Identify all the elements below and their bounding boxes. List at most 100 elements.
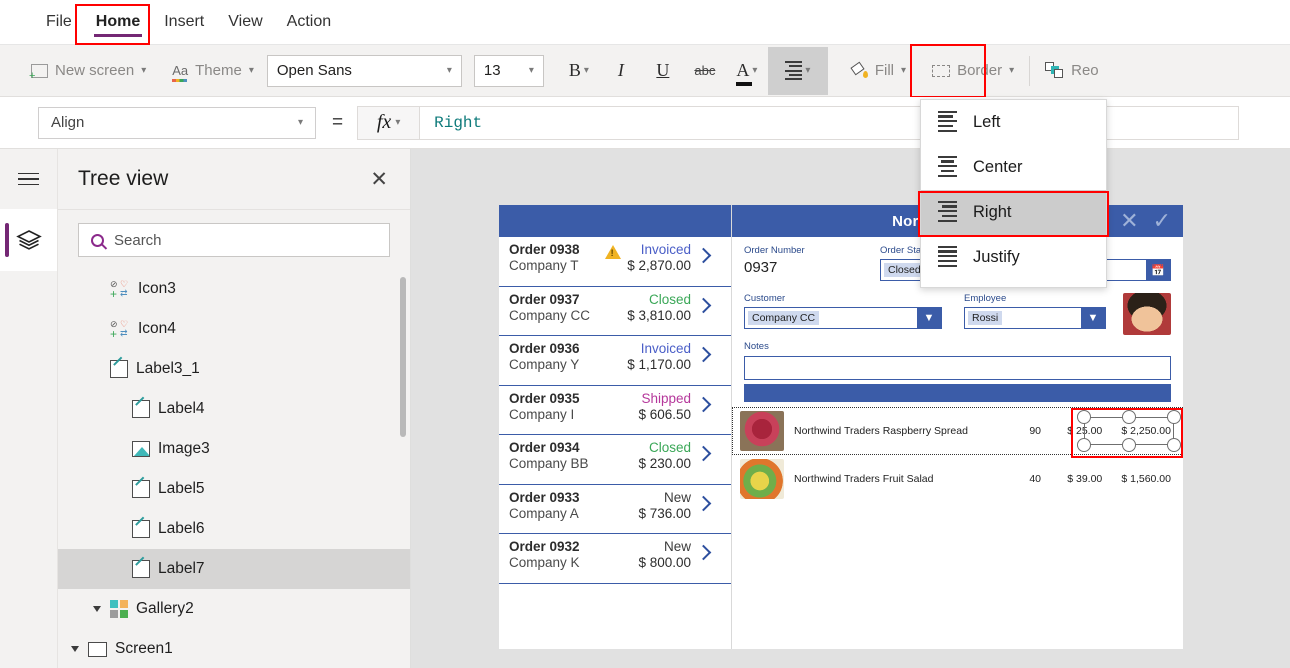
line-items-header-bar [744, 384, 1171, 402]
product-thumbnail [740, 459, 784, 499]
font-size-value: 13 [483, 62, 501, 79]
customer-field: Customer Company CC ▼ [744, 293, 942, 329]
order-amount: $ 606.50 [638, 406, 691, 422]
gallery-row[interactable]: Order 0932 New Company K $ 800.00 [499, 534, 731, 584]
order-status: New [663, 539, 691, 554]
property-select[interactable]: Align ▾ [38, 106, 316, 139]
fx-button[interactable]: fx ▾ [357, 105, 420, 140]
tree-node-screen1[interactable]: Screen1 [58, 629, 410, 667]
tree-node-label7[interactable]: Label7 [58, 549, 410, 589]
gallery-row[interactable]: Order 0935 Shipped Company I $ 606.50 [499, 385, 731, 435]
customer-select[interactable]: Company CC ▼ [744, 307, 942, 329]
theme-icon: Aa [172, 63, 188, 82]
menu-item-action[interactable]: Action [275, 0, 343, 45]
align-menu-item-right[interactable]: Right [921, 190, 1106, 235]
tree-node-image3[interactable]: Image3 [58, 429, 410, 469]
gallery-row[interactable]: Order 0936 Invoiced Company Y $ 1,170.00 [499, 336, 731, 386]
calendar-icon[interactable]: 📅 [1146, 260, 1170, 280]
gallery-row[interactable]: Order 0937 Closed Company CC $ 3,810.00 [499, 286, 731, 336]
menu-item-home[interactable]: Home [84, 0, 152, 45]
tree-node-label: Screen1 [115, 640, 173, 657]
notes-input[interactable] [744, 356, 1171, 380]
font-size-select[interactable]: 13 ▾ [473, 54, 544, 87]
theme-button[interactable]: Aa Theme ▾ [163, 51, 263, 91]
reorder-button[interactable]: Reo [1036, 51, 1108, 91]
employee-field: Employee Rossi ▼ [964, 293, 1106, 329]
twisty-icon[interactable] [93, 606, 101, 612]
tree-node-label4[interactable]: Label4 [58, 389, 410, 429]
icon-set-icon: ⊘ ♡ + ⇄ [110, 279, 129, 301]
strikethrough-button[interactable]: abc [684, 51, 726, 91]
italic-button[interactable]: I [600, 51, 642, 91]
resize-handle [1122, 438, 1136, 452]
hamburger-menu-button[interactable] [0, 149, 57, 209]
font-color-button[interactable]: A ▾ [726, 51, 768, 91]
twisty-icon[interactable] [71, 646, 79, 652]
menu-item-file[interactable]: File [34, 0, 84, 45]
company-name: Company BB [509, 456, 589, 471]
company-name: Company CC [509, 307, 591, 323]
chevron-down-icon: ▾ [446, 64, 452, 76]
order-status-value: Closed [884, 263, 925, 277]
confirm-icon[interactable]: ✓ [1153, 208, 1171, 234]
tree-node-label5[interactable]: Label5 [58, 469, 410, 509]
chevron-down-icon[interactable]: ▼ [917, 308, 941, 328]
font-family-select[interactable]: Open Sans ▾ [266, 54, 462, 87]
align-menu-item-left[interactable]: Left [921, 100, 1106, 145]
tree-scrollbar[interactable] [400, 277, 406, 437]
product-quantity: 90 [1029, 425, 1041, 437]
align-right-icon [938, 200, 957, 225]
tree-node-label6[interactable]: Label6 [58, 509, 410, 549]
chevron-down-icon: ▾ [752, 64, 758, 76]
product-quantity: 40 [1029, 473, 1041, 485]
gallery-row[interactable]: Order 0933 New Company A $ 736.00 [499, 484, 731, 534]
order-status: Shipped [641, 390, 691, 406]
align-button[interactable]: ▾ [767, 46, 828, 95]
cancel-icon[interactable]: ✕ [1120, 208, 1138, 234]
font-color-label: A [736, 60, 750, 80]
gallery-row[interactable]: Order 0934 Closed Company BB $ 230.00 [499, 435, 731, 485]
tree-search-wrapper: Search [58, 210, 410, 269]
order-number-value: 0937 [744, 259, 778, 276]
menu-item-insert[interactable]: Insert [152, 0, 216, 45]
active-tab-underline [93, 33, 143, 37]
tree-node-gallery2[interactable]: Gallery2 [58, 589, 410, 629]
product-unit-price: $ 39.00 [1067, 473, 1103, 485]
tree-node-icon4[interactable]: ⊘ ♡ + ⇄ Icon4 [58, 309, 410, 349]
search-input[interactable]: Search [78, 223, 390, 257]
close-icon[interactable]: ✕ [370, 167, 388, 192]
underline-button[interactable]: U [642, 51, 684, 91]
order-status: Invoiced [640, 341, 691, 356]
tree-node-icon3[interactable]: ⊘ ♡ + ⇄ Icon3 [58, 269, 410, 309]
tree-view-rail-tab[interactable] [0, 209, 57, 271]
chevron-down-icon: ▾ [1009, 64, 1015, 76]
chevron-down-icon[interactable]: ▼ [1081, 308, 1105, 328]
align-menu-item-justify[interactable]: Justify [921, 235, 1106, 280]
icon-set-icon: ⊘ ♡ + ⇄ [110, 319, 129, 341]
bold-button[interactable]: B ▾ [558, 51, 600, 91]
new-screen-button[interactable]: + New screen ▾ [22, 51, 155, 91]
tree-node-label3_1[interactable]: Label3_1 [58, 349, 410, 389]
new-screen-label: New screen [55, 62, 135, 79]
align-right-icon [785, 60, 803, 81]
formula-input[interactable]: Right [419, 105, 1240, 140]
align-menu-item-center[interactable]: Center [921, 145, 1106, 190]
menu-item-view[interactable]: View [216, 0, 274, 45]
tree-node-label: Icon4 [138, 320, 176, 337]
gallery-icon [110, 600, 128, 618]
tree-node-label: Label7 [158, 560, 205, 577]
order-status: Invoiced [640, 242, 691, 257]
line-item-row[interactable]: Northwind Traders Fruit Salad 40 $ 39.00 $ … [732, 455, 1183, 503]
company-name: Company I [509, 406, 575, 422]
theme-label: Theme [195, 62, 242, 79]
gallery-row[interactable]: Order 0938 Invoiced Company T $ 2,870.00 [499, 237, 731, 287]
chevron-down-icon: ▾ [248, 64, 254, 76]
rail-selection-indicator [5, 223, 9, 257]
order-number: Order 0933 [509, 489, 580, 505]
border-button[interactable]: Border ▾ [923, 51, 1023, 91]
fill-button[interactable]: Fill ▾ [842, 51, 915, 91]
font-family-value: Open Sans [276, 62, 352, 79]
line-item-row[interactable]: Northwind Traders Raspberry Spread 90 $ 25… [732, 407, 1183, 458]
employee-select[interactable]: Rossi ▼ [964, 307, 1106, 329]
align-menu-item-label: Center [973, 158, 1023, 176]
